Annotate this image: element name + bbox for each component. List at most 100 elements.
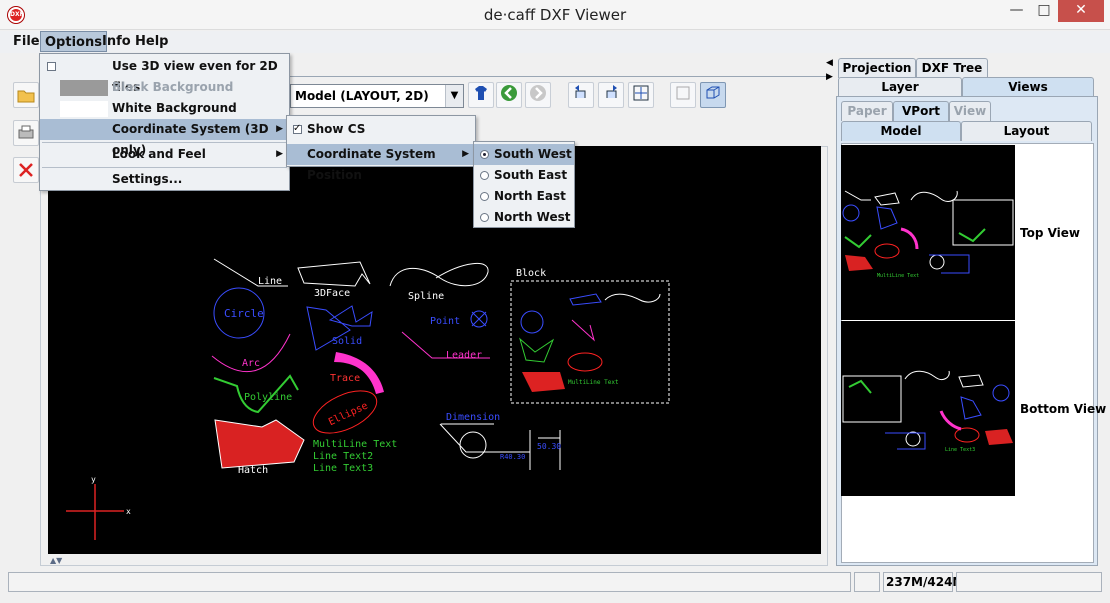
status-bar: 237M/424M — [0, 570, 1110, 594]
options-menu: Use 3D view even for 2D files Black Back… — [39, 53, 290, 191]
label-arc: Arc — [242, 358, 260, 369]
axis-y-label: y — [91, 475, 96, 484]
tab-scroll-right-icon[interactable]: ▶ — [826, 72, 833, 82]
open-file-button[interactable] — [13, 82, 39, 108]
svg-text:Line Text3: Line Text3 — [945, 447, 975, 453]
menu-item-white-background[interactable]: White Background — [40, 98, 289, 119]
fit-view-icon — [633, 85, 649, 101]
rotate-right-button[interactable] — [598, 82, 624, 108]
svg-text:MultiLine Text: MultiLine Text — [877, 273, 919, 279]
menu-item-coordinate-system[interactable]: Coordinate System (3D only) ▶ — [40, 119, 289, 157]
menu-item-settings[interactable]: Settings... — [40, 169, 289, 190]
label-dimension: Dimension — [446, 412, 500, 423]
checkmark-icon: ✓ — [293, 123, 302, 134]
menu-item-cs-position[interactable]: Coordinate System Position ▶ — [287, 144, 475, 182]
layout-select[interactable]: Model (LAYOUT, 2D) ▼ — [290, 84, 464, 108]
drawing-svg: Line 3DFace Spline Block MultiLine Text … — [66, 258, 670, 540]
close-button[interactable]: ✕ — [1058, 0, 1104, 22]
menu-item-south-east[interactable]: South East — [474, 165, 574, 186]
label-circle: Circle — [224, 307, 264, 320]
label-leader: Leader — [446, 350, 482, 361]
tab-projection[interactable]: Projection — [838, 58, 916, 78]
zoom-fit-button[interactable] — [628, 82, 654, 108]
print-button[interactable] — [13, 120, 39, 146]
status-extra — [956, 572, 1102, 592]
close-file-button[interactable] — [13, 157, 39, 183]
label-mtext2: Line Text2 — [313, 451, 373, 462]
block-contents: MultiLine Text — [519, 293, 661, 392]
status-indicator — [854, 572, 880, 592]
tab-layout[interactable]: Layout — [961, 121, 1092, 141]
window-title: de·caff DXF Viewer — [483, 6, 627, 24]
minimize-button[interactable]: — — [1002, 0, 1031, 22]
layout-select-value: Model (LAYOUT, 2D) — [295, 89, 429, 103]
canvas-scroll-icon[interactable]: ▲▼ — [50, 556, 62, 565]
label-spline: Spline — [408, 291, 444, 302]
rotate-left-icon — [575, 85, 586, 98]
menu-separator — [42, 167, 287, 168]
maximize-button[interactable]: □ — [1031, 0, 1057, 22]
status-message — [8, 572, 851, 592]
red-x-icon — [19, 163, 33, 177]
top-view-preview: MultiLine Text — [842, 190, 1014, 279]
axis-x-label: x — [126, 507, 131, 516]
label-3dface: 3DFace — [314, 288, 350, 299]
menu-item-black-background[interactable]: Black Background — [40, 77, 289, 98]
3d-view-button[interactable] — [700, 82, 726, 108]
label-block: Block — [516, 268, 546, 279]
rotate-right-icon — [606, 85, 617, 98]
label-trace: Trace — [330, 373, 360, 384]
label-point: Point — [430, 316, 460, 327]
printer-icon — [18, 125, 34, 139]
drawing-canvas[interactable]: Line 3DFace Spline Block MultiLine Text … — [48, 146, 821, 554]
submenu-arrow-icon: ▶ — [462, 149, 469, 159]
shirt-button[interactable] — [468, 82, 494, 108]
bottom-view-preview: Line Text3 — [842, 370, 1013, 453]
tab-vport[interactable]: VPort — [893, 101, 949, 121]
grey-forward-icon — [530, 85, 546, 101]
menu-item-use-3d[interactable]: Use 3D view even for 2D files — [40, 56, 289, 94]
bottom-view-label: Bottom View — [1020, 402, 1107, 416]
tab-view[interactable]: View — [949, 101, 991, 121]
tab-scroll-left-icon[interactable]: ◀ — [826, 58, 833, 68]
2d-view-button[interactable] — [670, 82, 696, 108]
cube-icon — [706, 86, 720, 99]
menu-info[interactable]: Info — [98, 31, 135, 52]
menu-help[interactable]: Help — [131, 31, 172, 52]
menu-options[interactable]: Options — [40, 31, 107, 52]
menu-item-look-and-feel[interactable]: Look and Feel ▶ — [40, 144, 289, 165]
chevron-down-icon[interactable]: ▼ — [445, 85, 463, 107]
memory-status[interactable]: 237M/424M — [883, 572, 964, 592]
label-mtext3: Line Text3 — [313, 463, 373, 474]
menu-file[interactable]: File — [9, 31, 44, 52]
menu-bar: File Options Info Help — [0, 31, 1110, 53]
3dface-entity — [297, 261, 371, 287]
tab-layer[interactable]: Layer — [838, 77, 962, 97]
menu-item-north-east[interactable]: North East — [474, 186, 574, 207]
menu-item-north-west[interactable]: North West — [474, 207, 574, 228]
label-dim-small: R40.30 — [500, 453, 525, 461]
folder-icon — [17, 90, 35, 103]
tab-views[interactable]: Views — [962, 77, 1094, 97]
radio-icon — [480, 213, 489, 222]
label-solid: Solid — [332, 336, 362, 347]
rotate-left-button[interactable] — [568, 82, 594, 108]
label-mtext1: MultiLine Text — [313, 439, 397, 450]
submenu-arrow-icon: ▶ — [276, 149, 283, 159]
tab-dxf-tree[interactable]: DXF Tree — [916, 58, 988, 78]
label-hatch: Hatch — [238, 465, 268, 476]
previous-button[interactable] — [496, 82, 522, 108]
top-view-thumbnail[interactable]: MultiLine Text — [841, 145, 1015, 320]
menu-item-south-west[interactable]: South West — [474, 144, 574, 165]
radio-icon — [480, 171, 489, 180]
menu-item-show-cs[interactable]: ✓ Show CS — [287, 119, 475, 140]
tab-model[interactable]: Model — [841, 121, 961, 141]
label-ellipse: Ellipse — [327, 400, 370, 428]
menu-separator — [42, 142, 287, 143]
bottom-view-thumbnail[interactable]: Line Text3 — [841, 321, 1015, 496]
black-swatch — [60, 80, 108, 96]
tab-paper[interactable]: Paper — [841, 101, 893, 121]
white-swatch — [60, 101, 108, 117]
next-button[interactable] — [525, 82, 551, 108]
shirt-icon — [475, 86, 487, 100]
